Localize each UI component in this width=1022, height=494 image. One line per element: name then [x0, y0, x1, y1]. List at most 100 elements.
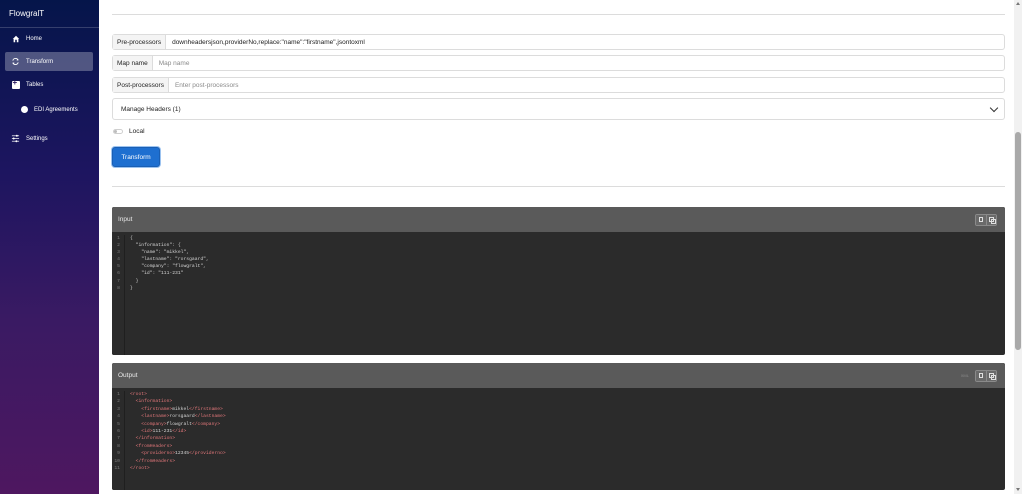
document-icon	[979, 217, 983, 222]
sidebar-item-home[interactable]: Home	[5, 29, 93, 48]
code-line: <id>111-231</id>	[141, 429, 187, 435]
post-processors-label: Post-processors	[113, 78, 169, 92]
pre-processors-row: Pre-processors	[112, 34, 1005, 50]
input-editor-header: Input	[112, 207, 1005, 232]
code-line: </information>	[135, 436, 176, 442]
code-line: "information": {	[130, 243, 181, 249]
post-processors-input[interactable]	[168, 78, 1004, 92]
input-editor-title: Input	[118, 216, 133, 223]
line-number: 7	[117, 278, 120, 284]
chevron-down-icon	[989, 103, 999, 112]
sidebar-item-tables[interactable]: Tables	[5, 75, 93, 94]
copy-icon	[989, 373, 996, 380]
map-name-input[interactable]	[152, 56, 1004, 70]
app-root: FlowgralT Home Transform Tables EDI Ag	[0, 0, 1022, 494]
output-editor-header: Output XML	[112, 363, 1005, 388]
line-number: 4	[117, 414, 120, 420]
line-number: 3	[117, 250, 120, 256]
post-processors-row: Post-processors	[112, 77, 1005, 93]
code-line: }	[130, 285, 133, 291]
input-format-button[interactable]	[976, 214, 986, 225]
line-number: 7	[117, 436, 120, 442]
code-line: </root>	[130, 466, 150, 472]
output-editor-button-group	[975, 369, 997, 382]
transform-button[interactable]: Transform	[112, 147, 160, 167]
input-code[interactable]: { "information": { "name": "mikkel", "la…	[125, 235, 209, 355]
app-title: FlowgralT	[0, 0, 99, 28]
code-line: </fromHeaders>	[135, 458, 176, 464]
manage-headers-accordion[interactable]: Manage Headers (1)	[112, 98, 1005, 120]
output-format-label: XML	[960, 373, 969, 378]
output-line-numbers: 1 2 3 4 5 6 7 8 9 10 11	[112, 391, 125, 490]
input-editor-button-group	[975, 213, 997, 226]
plus-box-icon	[11, 79, 20, 89]
line-number: 2	[117, 243, 120, 249]
code-line: <information>	[135, 399, 173, 405]
output-code[interactable]: <root> <information> <firstname>mikkel</…	[125, 391, 226, 490]
sidebar-item-edi-agreements[interactable]: EDI Agreements	[5, 100, 93, 119]
line-number: 5	[117, 264, 120, 270]
code-line: <company>flowgralt</company>	[141, 421, 221, 427]
output-editor-title: Output	[118, 372, 138, 379]
sidebar-item-settings[interactable]: Settings	[5, 129, 93, 148]
input-editor-actions	[975, 213, 997, 226]
sidebar-item-label: Settings	[26, 135, 48, 142]
manage-headers-label: Manage Headers (1)	[121, 105, 181, 113]
code-line: <providerno>12345</providerno>	[141, 451, 226, 457]
code-line: <fromHeaders>	[135, 443, 173, 449]
pre-processors-input[interactable]	[166, 35, 1004, 49]
dot-icon	[21, 106, 28, 113]
line-number: 8	[117, 285, 120, 291]
map-name-row: Map name	[112, 55, 1005, 71]
line-number: 1	[117, 236, 120, 241]
line-number: 4	[117, 257, 120, 263]
page-scrollbar[interactable]	[1014, 0, 1022, 494]
code-line: <firstname>mikkel</firstname>	[141, 406, 223, 412]
sidebar-item-label: Home	[26, 35, 43, 42]
local-toggle-row: Local	[113, 126, 145, 136]
divider	[112, 186, 1005, 187]
code-line: <root>	[130, 392, 147, 397]
code-line: {	[130, 236, 133, 241]
scroll-up-arrow-icon[interactable]	[1016, 2, 1020, 5]
code-line: "company": "flowgralt",	[130, 264, 206, 270]
output-copy-button[interactable]	[986, 370, 996, 381]
input-editor-body[interactable]: 1 2345678 { "information": { "name": "mik…	[112, 232, 1005, 355]
input-line-numbers: 1 2345678	[112, 235, 125, 355]
line-number: 6	[117, 271, 120, 277]
divider	[112, 14, 1005, 15]
output-editor-body[interactable]: 1 2 3 4 5 6 7 8 9 10 11 <root> <information> <firs…	[112, 388, 1005, 490]
local-label: Local	[129, 127, 145, 135]
line-number: 2	[117, 399, 120, 405]
code-line: }	[130, 278, 139, 284]
code-line: "name": "mikkel",	[130, 250, 190, 256]
local-toggle[interactable]	[113, 128, 123, 134]
input-copy-button[interactable]	[986, 214, 996, 225]
line-number: 9	[117, 451, 120, 457]
scroll-down-arrow-icon[interactable]	[1016, 488, 1020, 491]
map-name-label: Map name	[113, 56, 153, 70]
sliders-icon	[11, 134, 20, 143]
line-number: 5	[117, 421, 120, 427]
sidebar-item-transform[interactable]: Transform	[5, 52, 93, 71]
output-editor-panel: Output XML 1 2 3 4 5 6 7 8 9 10 11 <root> <informa…	[112, 363, 1005, 490]
sidebar: FlowgralT Home Transform Tables EDI Ag	[0, 0, 99, 494]
transform-icon	[11, 57, 20, 66]
line-number: 10	[114, 458, 120, 464]
sidebar-item-label: EDI Agreements	[34, 106, 78, 113]
copy-icon	[989, 217, 996, 224]
line-number: 1	[117, 392, 120, 397]
input-editor-panel: Input 1 2345678 { "information": { "name"…	[112, 207, 1005, 355]
line-number: 3	[117, 406, 120, 412]
home-icon	[11, 34, 20, 43]
main-content: Pre-processors Map name Post-processors …	[99, 0, 1014, 494]
line-number: 8	[117, 443, 120, 449]
output-format-button[interactable]	[976, 370, 986, 381]
scroll-thumb[interactable]	[1015, 132, 1021, 350]
code-line: <lastname>rorsgaard</lastname>	[141, 414, 226, 420]
sidebar-item-label: Tables	[26, 81, 44, 88]
document-icon	[979, 373, 983, 378]
code-line: "lastname": "rorsgaard",	[130, 257, 209, 263]
pre-processors-label: Pre-processors	[113, 35, 167, 49]
sidebar-item-label: Transform	[26, 58, 54, 65]
